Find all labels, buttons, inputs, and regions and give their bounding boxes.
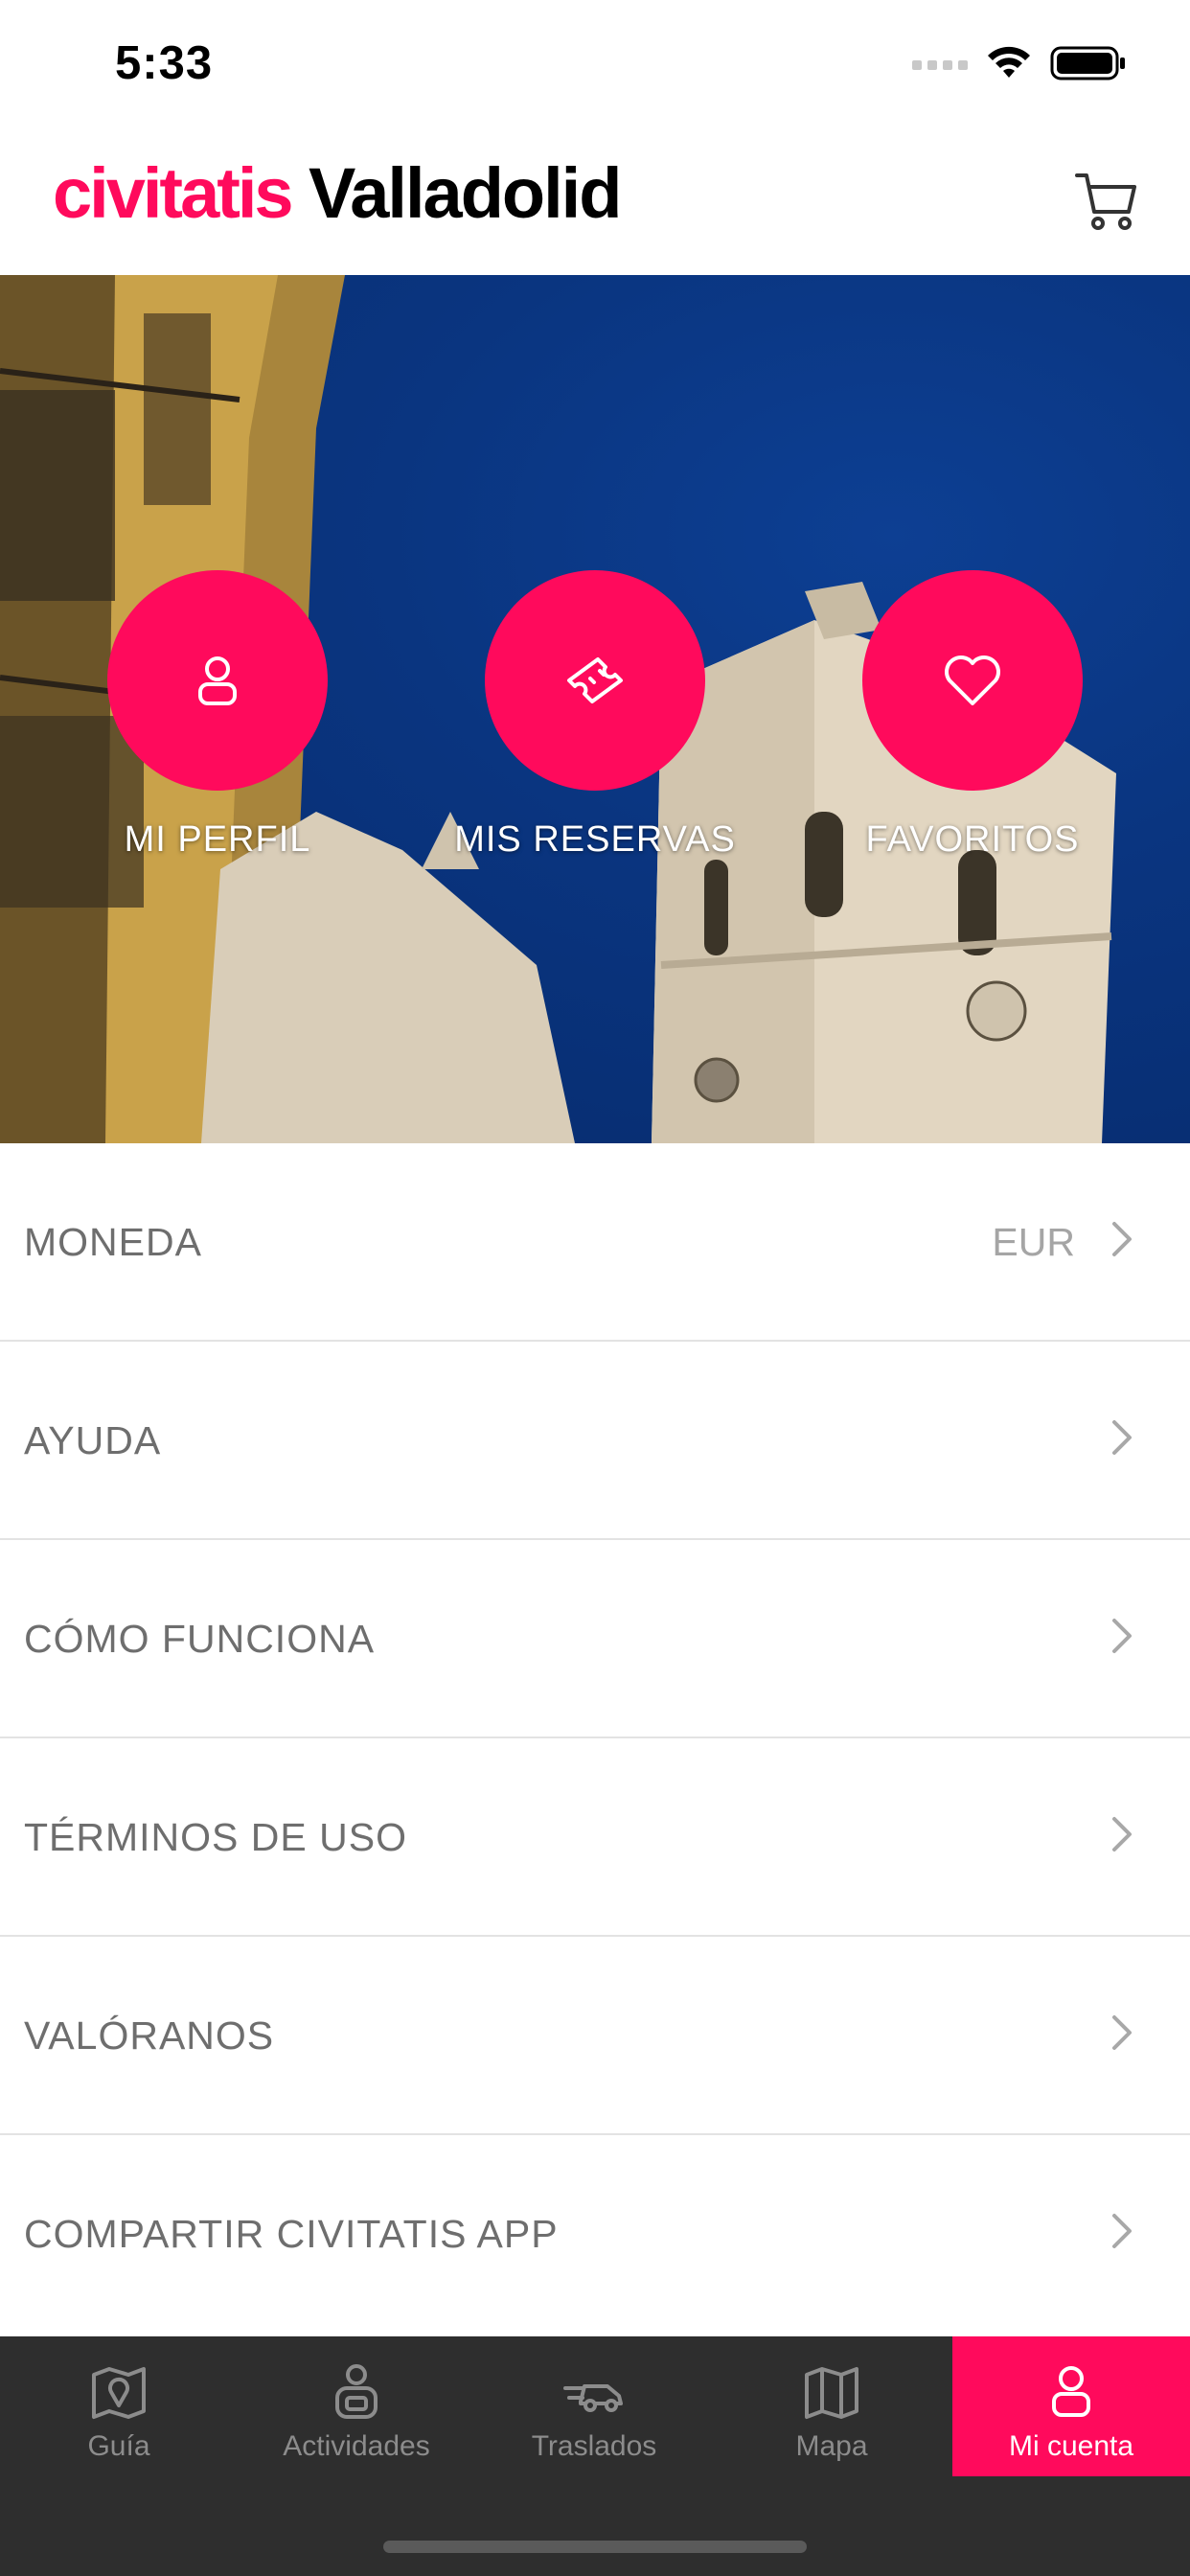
- tab-transfers[interactable]: Traslados: [475, 2336, 713, 2476]
- menu-item-how-it-works[interactable]: CÓMO FUNCIONA: [0, 1540, 1190, 1738]
- menu-item-label: AYUDA: [24, 1418, 162, 1462]
- home-indicator[interactable]: [383, 2541, 807, 2553]
- menu-item-label: COMPARTIR CIVITATIS APP: [24, 2212, 559, 2256]
- menu-item-terms[interactable]: TÉRMINOS DE USO: [0, 1738, 1190, 1937]
- account-menu: MONEDA EUR AYUDA CÓMO FUNCIONA TÉRMINOS …: [0, 1143, 1190, 2334]
- profile-circle[interactable]: [107, 570, 328, 791]
- tab-map[interactable]: Mapa: [713, 2336, 950, 2476]
- wifi-icon: [988, 46, 1030, 78]
- chevron-right-icon: [1112, 1619, 1132, 1653]
- tab-label: Traslados: [531, 2430, 657, 2462]
- menu-item-rate-us[interactable]: VALÓRANOS: [0, 1937, 1190, 2135]
- signal-icon: [912, 60, 968, 70]
- menu-item-share-app[interactable]: COMPARTIR CIVITATIS APP: [0, 2135, 1190, 2334]
- menu-item-help[interactable]: AYUDA: [0, 1342, 1190, 1540]
- tourist-icon: [335, 2364, 378, 2419]
- app-header: civitatis Valladolid: [0, 129, 1190, 275]
- menu-item-currency[interactable]: MONEDA EUR: [0, 1143, 1190, 1342]
- favorites-label: FAVORITOS: [865, 819, 1080, 860]
- tab-label: Mapa: [795, 2430, 868, 2462]
- brand-logo: civitatis: [53, 153, 294, 233]
- chevron-right-icon: [1112, 2015, 1132, 2050]
- map-icon: [805, 2367, 858, 2419]
- reservations-circle[interactable]: [485, 570, 705, 791]
- chevron-right-icon: [1112, 1222, 1132, 1256]
- tab-activities[interactable]: Actividades: [238, 2336, 475, 2476]
- favorites-circle[interactable]: [862, 570, 1083, 791]
- car-icon: [563, 2384, 623, 2412]
- chevron-right-icon: [1112, 1817, 1132, 1852]
- currency-value: EUR: [992, 1220, 1075, 1264]
- bottom-tab-bar: Guía Actividades Traslados Mapa Mi cuent…: [0, 2336, 1190, 2576]
- favorites-shortcut[interactable]: FAVORITOS: [862, 570, 1083, 861]
- tab-guide[interactable]: Guía: [0, 2336, 238, 2476]
- status-bar: 5:33: [0, 0, 1190, 129]
- heart-icon: [945, 656, 1000, 705]
- reservations-shortcut[interactable]: MIS RESERVAS: [454, 570, 735, 861]
- tab-label: Guía: [87, 2430, 150, 2462]
- chevron-right-icon: [1112, 1420, 1132, 1455]
- user-icon: [1052, 2366, 1090, 2417]
- profile-label: MI PERFIL: [124, 819, 311, 860]
- battery-icon: [1050, 46, 1125, 80]
- menu-item-label: VALÓRANOS: [24, 2013, 275, 2058]
- tab-label: Mi cuenta: [1008, 2430, 1134, 2462]
- profile-shortcut[interactable]: MI PERFIL: [107, 570, 328, 861]
- reservations-label: MIS RESERVAS: [454, 819, 736, 860]
- cart-icon[interactable]: [1073, 168, 1140, 235]
- chevron-right-icon: [1112, 2214, 1132, 2248]
- map-pin-icon: [92, 2367, 146, 2419]
- menu-item-label: CÓMO FUNCIONA: [24, 1617, 376, 1661]
- page-title: Valladolid: [309, 153, 622, 233]
- tab-my-account[interactable]: Mi cuenta: [952, 2336, 1190, 2476]
- menu-item-label: MONEDA: [24, 1220, 202, 1264]
- menu-item-label: TÉRMINOS DE USO: [24, 1815, 407, 1859]
- status-time: 5:33: [115, 37, 214, 89]
- status-icons: [912, 42, 1127, 84]
- user-icon: [198, 656, 237, 705]
- hero-banner: MI PERFIL MIS RESERVAS FAVORITOS: [0, 275, 1190, 1143]
- tab-label: Actividades: [283, 2430, 430, 2462]
- ticket-icon: [567, 657, 623, 703]
